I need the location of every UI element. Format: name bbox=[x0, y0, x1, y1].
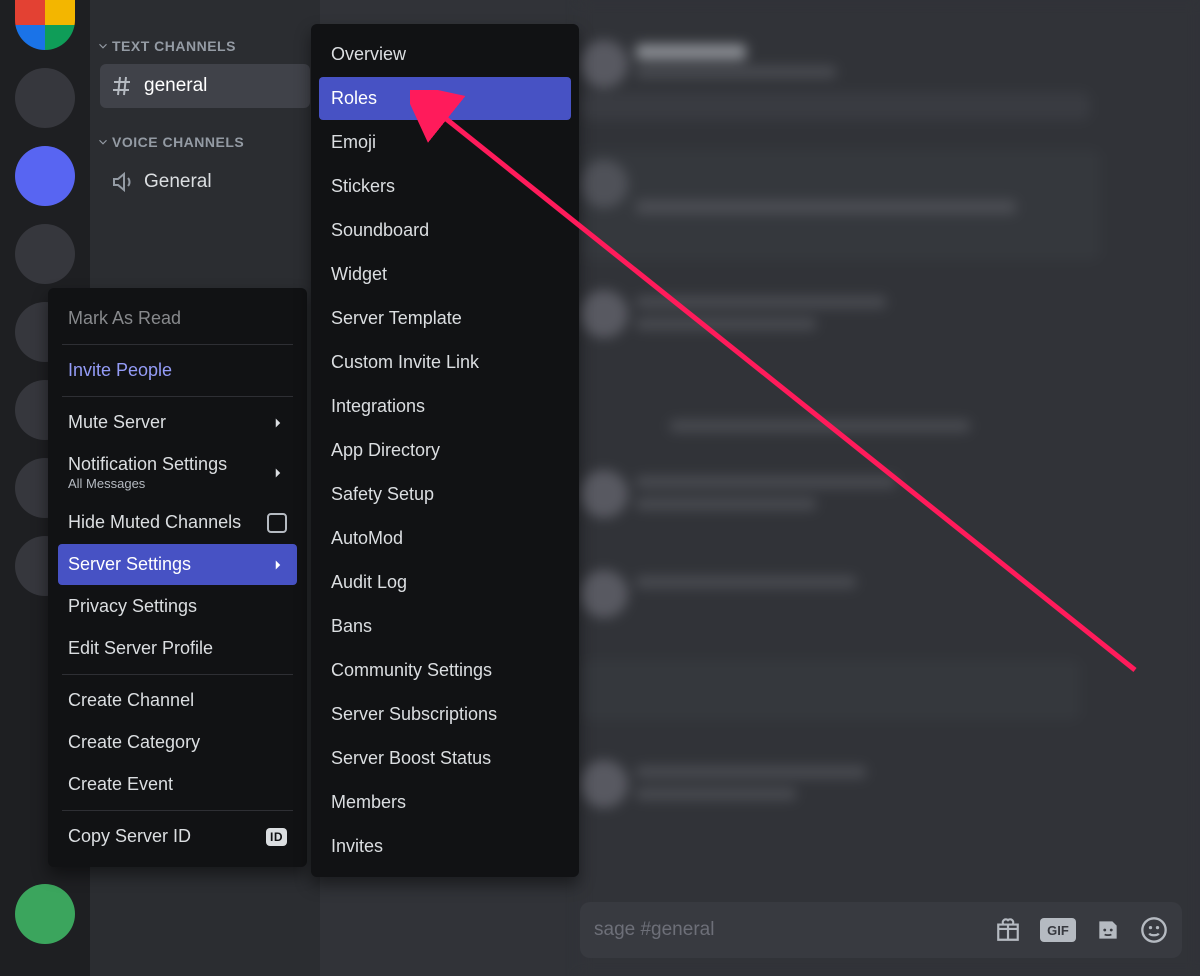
submenu-item-label: Audit Log bbox=[331, 572, 407, 592]
chevron-down-icon bbox=[96, 135, 110, 149]
submenu-item-stickers[interactable]: Stickers bbox=[319, 165, 571, 208]
text-channel-general[interactable]: general bbox=[100, 64, 310, 108]
submenu-item-label: Roles bbox=[331, 88, 377, 108]
submenu-item-label: Bans bbox=[331, 616, 372, 636]
hash-icon bbox=[110, 74, 134, 98]
server-avatar-0[interactable] bbox=[15, 0, 75, 50]
submenu-item-label: Invites bbox=[331, 836, 383, 856]
submenu-item-bans[interactable]: Bans bbox=[319, 605, 571, 648]
voice-channel-general[interactable]: General bbox=[100, 160, 310, 204]
ctx-edit-server-profile[interactable]: Edit Server Profile bbox=[58, 628, 297, 669]
add-server-button[interactable] bbox=[15, 884, 75, 944]
message-input-placeholder: sage #general bbox=[594, 919, 976, 941]
submenu-item-members[interactable]: Members bbox=[319, 781, 571, 824]
submenu-item-label: Community Settings bbox=[331, 660, 492, 680]
gif-button[interactable]: GIF bbox=[1040, 918, 1076, 942]
ctx-create-category-label: Create Category bbox=[68, 732, 200, 753]
submenu-item-invites[interactable]: Invites bbox=[319, 825, 571, 868]
ctx-create-event-label: Create Event bbox=[68, 774, 173, 795]
gift-icon[interactable] bbox=[994, 916, 1022, 944]
submenu-item-integrations[interactable]: Integrations bbox=[319, 385, 571, 428]
ctx-copy-server-id[interactable]: Copy Server ID ID bbox=[58, 816, 297, 857]
checkbox-empty-icon[interactable] bbox=[267, 513, 287, 533]
ctx-create-event[interactable]: Create Event bbox=[58, 764, 297, 805]
ctx-server-settings[interactable]: Server Settings bbox=[58, 544, 297, 585]
ctx-invite-people-label: Invite People bbox=[68, 360, 172, 381]
submenu-item-server-boost-status[interactable]: Server Boost Status bbox=[319, 737, 571, 780]
submenu-item-audit-log[interactable]: Audit Log bbox=[319, 561, 571, 604]
message-input-bar[interactable]: sage #general GIF bbox=[580, 902, 1182, 958]
submenu-item-label: Server Subscriptions bbox=[331, 704, 497, 724]
submenu-item-overview[interactable]: Overview bbox=[319, 33, 571, 76]
ctx-hide-muted-channels-label: Hide Muted Channels bbox=[68, 512, 241, 533]
ctx-mute-server-label: Mute Server bbox=[68, 412, 166, 433]
submenu-item-community-settings[interactable]: Community Settings bbox=[319, 649, 571, 692]
submenu-item-label: Server Boost Status bbox=[331, 748, 491, 768]
ctx-notification-settings[interactable]: Notification Settings All Messages bbox=[58, 444, 297, 501]
chevron-down-icon bbox=[96, 39, 110, 53]
submenu-item-app-directory[interactable]: App Directory bbox=[319, 429, 571, 472]
submenu-item-label: Members bbox=[331, 792, 406, 812]
ctx-notification-settings-sub: All Messages bbox=[68, 476, 227, 491]
ctx-invite-people[interactable]: Invite People bbox=[58, 350, 297, 391]
id-badge-icon: ID bbox=[266, 828, 287, 846]
chat-area-blurred bbox=[580, 0, 1200, 976]
ctx-edit-server-profile-label: Edit Server Profile bbox=[68, 638, 213, 659]
text-channel-label: general bbox=[144, 75, 207, 97]
submenu-item-emoji[interactable]: Emoji bbox=[319, 121, 571, 164]
server-settings-submenu: Overview Roles Emoji Stickers Soundboard Widg… bbox=[311, 24, 579, 877]
submenu-item-label: Server Template bbox=[331, 308, 462, 328]
ctx-separator bbox=[62, 396, 293, 397]
ctx-mark-as-read[interactable]: Mark As Read bbox=[58, 298, 297, 339]
category-header-text-label: TEXT CHANNELS bbox=[112, 38, 236, 54]
category-header-voice-label: VOICE CHANNELS bbox=[112, 134, 244, 150]
sticker-icon[interactable] bbox=[1094, 916, 1122, 944]
ctx-create-category[interactable]: Create Category bbox=[58, 722, 297, 763]
submenu-item-label: App Directory bbox=[331, 440, 440, 460]
submenu-item-custom-invite-link[interactable]: Custom Invite Link bbox=[319, 341, 571, 384]
ctx-separator bbox=[62, 344, 293, 345]
ctx-mute-server[interactable]: Mute Server bbox=[58, 402, 297, 443]
speaker-icon bbox=[110, 170, 134, 194]
submenu-item-server-subscriptions[interactable]: Server Subscriptions bbox=[319, 693, 571, 736]
ctx-separator bbox=[62, 810, 293, 811]
voice-channel-label: General bbox=[144, 171, 212, 193]
server-avatar-1[interactable] bbox=[15, 68, 75, 128]
chevron-right-icon bbox=[269, 556, 287, 574]
ctx-hide-muted-channels[interactable]: Hide Muted Channels bbox=[58, 502, 297, 543]
submenu-item-label: Custom Invite Link bbox=[331, 352, 479, 372]
ctx-create-channel-label: Create Channel bbox=[68, 690, 194, 711]
server-context-menu: Mark As Read Invite People Mute Server N… bbox=[48, 288, 307, 867]
submenu-item-label: Overview bbox=[331, 44, 406, 64]
submenu-item-roles[interactable]: Roles bbox=[319, 77, 571, 120]
submenu-item-label: Widget bbox=[331, 264, 387, 284]
submenu-item-label: Integrations bbox=[331, 396, 425, 416]
chevron-right-icon bbox=[269, 414, 287, 432]
ctx-privacy-settings-label: Privacy Settings bbox=[68, 596, 197, 617]
submenu-item-safety-setup[interactable]: Safety Setup bbox=[319, 473, 571, 516]
ctx-notification-settings-label: Notification Settings bbox=[68, 454, 227, 474]
ctx-separator bbox=[62, 674, 293, 675]
submenu-item-label: AutoMod bbox=[331, 528, 403, 548]
submenu-item-widget[interactable]: Widget bbox=[319, 253, 571, 296]
chevron-right-icon bbox=[269, 464, 287, 482]
category-header-voice[interactable]: VOICE CHANNELS bbox=[90, 130, 320, 154]
submenu-item-server-template[interactable]: Server Template bbox=[319, 297, 571, 340]
server-avatar-2[interactable] bbox=[15, 146, 75, 206]
ctx-mark-as-read-label: Mark As Read bbox=[68, 308, 181, 329]
ctx-privacy-settings[interactable]: Privacy Settings bbox=[58, 586, 297, 627]
ctx-create-channel[interactable]: Create Channel bbox=[58, 680, 297, 721]
ctx-copy-server-id-label: Copy Server ID bbox=[68, 826, 191, 847]
category-header-text[interactable]: TEXT CHANNELS bbox=[90, 34, 320, 58]
submenu-item-label: Emoji bbox=[331, 132, 376, 152]
ctx-server-settings-label: Server Settings bbox=[68, 554, 191, 575]
submenu-item-soundboard[interactable]: Soundboard bbox=[319, 209, 571, 252]
submenu-item-label: Stickers bbox=[331, 176, 395, 196]
submenu-item-label: Safety Setup bbox=[331, 484, 434, 504]
emoji-icon[interactable] bbox=[1140, 916, 1168, 944]
submenu-item-automod[interactable]: AutoMod bbox=[319, 517, 571, 560]
submenu-item-label: Soundboard bbox=[331, 220, 429, 240]
server-avatar-3[interactable] bbox=[15, 224, 75, 284]
